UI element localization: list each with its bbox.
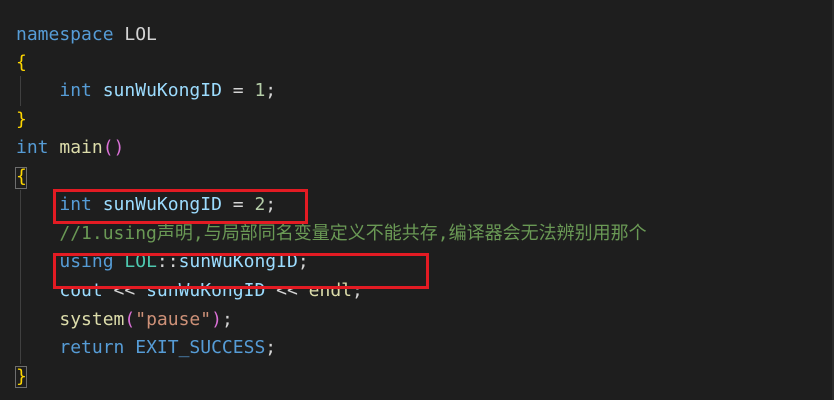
highlight-box-local-variable bbox=[53, 189, 308, 224]
namespace-name: LOL bbox=[113, 24, 157, 45]
semicolon: ; bbox=[221, 309, 233, 330]
type-keyword: int bbox=[59, 80, 92, 101]
close-brace: } bbox=[16, 109, 27, 130]
variable-name: sunWuKongID bbox=[102, 80, 222, 101]
code-line-1[interactable]: namespace LOL bbox=[16, 21, 157, 49]
code-comment: //1.using声明,与局部同名变量定义不能共存,编译器会无法辨别用那个 bbox=[59, 223, 647, 244]
type-keyword: int bbox=[16, 137, 49, 158]
code-line-2[interactable]: { bbox=[16, 49, 27, 77]
close-paren: ) bbox=[211, 309, 222, 330]
semicolon: ; bbox=[265, 337, 277, 358]
code-editor[interactable]: namespace LOL { int sunWuKongID = 1; } i… bbox=[0, 0, 834, 400]
number-literal: 1 bbox=[254, 80, 266, 101]
open-paren: ( bbox=[124, 309, 136, 330]
highlight-box-using-declaration bbox=[53, 253, 429, 289]
code-line-3[interactable]: int sunWuKongID = 1; bbox=[16, 77, 276, 105]
parens: () bbox=[102, 137, 125, 158]
macro-constant: EXIT_SUCCESS bbox=[135, 337, 266, 358]
function-call: system bbox=[59, 309, 125, 330]
function-name: main bbox=[59, 137, 103, 158]
code-line-8[interactable]: //1.using声明,与局部同名变量定义不能共存,编译器会无法辨别用那个 bbox=[16, 220, 647, 248]
operator: = bbox=[221, 80, 255, 101]
open-brace: { bbox=[16, 52, 27, 73]
keyword-return: return bbox=[59, 337, 125, 358]
code-line-12[interactable]: return EXIT_SUCCESS; bbox=[16, 334, 276, 362]
code-line-4[interactable]: } bbox=[16, 106, 27, 134]
bracket-match-highlight-close bbox=[15, 366, 27, 388]
semicolon: ; bbox=[265, 80, 277, 101]
code-line-5[interactable]: int main() bbox=[16, 134, 124, 162]
bracket-match-highlight-open bbox=[15, 167, 27, 189]
string-literal: "pause" bbox=[135, 309, 212, 330]
code-line-11[interactable]: system("pause"); bbox=[16, 306, 233, 334]
keyword-namespace: namespace bbox=[16, 24, 114, 45]
